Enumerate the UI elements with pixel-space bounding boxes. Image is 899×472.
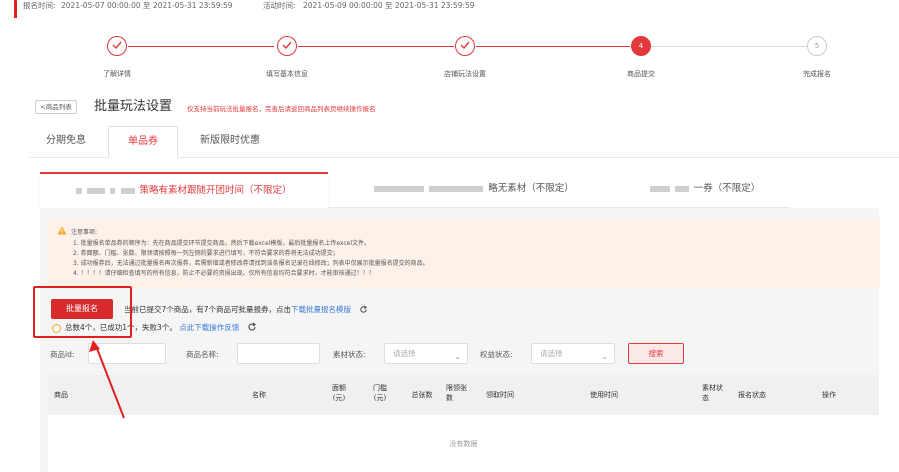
empty-state-text: 没有数据 (449, 440, 478, 448)
subtab-label: 略无素材（不限定） (488, 183, 574, 194)
redacted-text (120, 187, 135, 194)
download-feedback-link[interactable]: 点此下载操作反馈 (179, 323, 239, 332)
refresh-icon[interactable] (359, 304, 368, 316)
material-status-label: 素材状态: (333, 350, 366, 359)
notice-line: 2. 券面额、门槛、张数、限领请按照每一列左侧的要求进行填写，不符合要求的券将无… (73, 250, 339, 257)
table-body: 没有数据 (48, 415, 879, 472)
filter-bar: 商品id: 商品名称: 素材状态: 请选择 ⌄ 权益状态: 请选择 ⌄ (0, 340, 899, 366)
column-header: 使用时间 (590, 391, 618, 399)
chevron-down-icon: ⌄ (601, 352, 608, 361)
subtab-single-coupon[interactable]: 一券（不限定） (620, 172, 790, 208)
highlight-annotation-box (33, 286, 132, 338)
column-header: 门槛 (元) (373, 384, 387, 402)
step-connector (298, 46, 454, 47)
product-id-label: 商品id: (50, 350, 75, 359)
notice-line: 4. ！！！！请仔细检查填写的所有信息，防止不必要的资损出现。仅所有信息均符合要… (73, 270, 375, 277)
step-label: 完成报名 (803, 70, 831, 78)
activity-time-bar: 报名时间: 2021-05-07 00:00:00 至 2021-05-31 2… (14, 0, 899, 18)
step-2-check-icon (277, 36, 297, 56)
redacted-text (649, 185, 670, 192)
tab-new-limited-offer[interactable]: 新版限时优惠 (180, 126, 280, 158)
step-connector (476, 46, 630, 47)
rights-status-select[interactable]: 请选择 ⌄ (531, 343, 615, 364)
submit-status-prefix: 当前已提交7个商品，有7个商品可批量报券，点击 (124, 305, 292, 314)
redacted-text (429, 185, 484, 192)
step-3-check-icon (455, 36, 475, 56)
subtab-strategy-with-material[interactable]: 策略有素材跟随开团时间（不限定） (40, 172, 328, 208)
step-5-number: 5 (807, 36, 827, 56)
material-status-placeholder: 请选择 (393, 349, 416, 358)
signup-time-value: 2021-05-07 00:00:00 至 2021-05-31 23:59:5… (61, 1, 233, 10)
tab-single-coupon[interactable]: 单品券 (108, 126, 178, 158)
page-title: 批量玩法设置 (94, 99, 173, 114)
column-header: 素材状 态 (702, 384, 723, 402)
subtab-label: 一券（不限定） (693, 183, 761, 194)
notice-box: 注意事项: 1. 批量报名单品券的顺序为：先在商品提交环节提交商品，然后下载ex… (47, 218, 880, 288)
page-title-note: 仅支持当前玩法批量报名，完善后请返回商品列表页继续操作报名 (187, 105, 376, 113)
redacted-text (76, 187, 83, 194)
column-header: 领取时间 (486, 391, 514, 399)
signup-time-label: 报名时间: (23, 1, 56, 10)
refresh-icon[interactable] (247, 322, 257, 334)
tab-installment-free[interactable]: 分期免息 (30, 126, 102, 158)
product-id-input[interactable] (88, 343, 166, 364)
column-header: 操作 (822, 391, 836, 399)
redacted-text (674, 185, 689, 192)
play-type-tabs: 分期免息 单品券 新版限时优惠 (30, 126, 899, 158)
notice-line: 1. 批量报名单品券的顺序为：先在商品提交环节提交商品，然后下载excel模版，… (73, 240, 371, 247)
notice-line: 3. 成功报券后，无法通过批量报名再次报券，若需新增或者修改券请找到该条报名记录… (73, 260, 429, 267)
redacted-text (374, 185, 425, 192)
step-4-number: 4 (631, 36, 651, 56)
subtab-strategy-no-material[interactable]: 略无素材（不限定） (328, 172, 620, 208)
activity-time-value: 2021-05-09 00:00:00 至 2021-05-31 23:59:5… (303, 1, 475, 10)
subtab-label: 策略有素材跟随开团时间（不限定） (139, 185, 292, 196)
redacted-text (110, 187, 116, 194)
column-header: 名称 (252, 391, 266, 399)
activity-time-label: 活动时间: (263, 1, 296, 10)
submit-status-text: 当前已提交7个商品，有7个商品可批量报券，点击下载批量报名模版 (124, 304, 368, 316)
strategy-subtabs: 策略有素材跟随开团时间（不限定） 略无素材（不限定） 一券（不限定） (40, 172, 879, 208)
column-header: 总张数 (411, 391, 433, 399)
step-1-check-icon (107, 36, 127, 56)
warning-icon (57, 226, 67, 237)
back-to-product-list-button[interactable]: <商品列表 (35, 100, 77, 114)
table-header: 商品 名称 面额 (元) 门槛 (元) 总张数 限领张 数 领取时间 使用时间 … (48, 375, 879, 415)
download-template-link[interactable]: 下载批量报名模版 (291, 305, 351, 314)
step-label: 填写基本信息 (266, 70, 308, 78)
step-connector (651, 46, 807, 47)
column-header: 限领张 数 (446, 384, 467, 402)
redacted-text (87, 187, 106, 194)
product-name-input[interactable] (237, 343, 320, 364)
rights-status-placeholder: 请选择 (540, 349, 563, 358)
rights-status-label: 权益状态: (480, 350, 513, 359)
notice-title: 注意事项: (71, 229, 98, 236)
step-label: 了解详情 (103, 70, 131, 78)
step-connector (128, 46, 274, 47)
step-label: 商品提交 (627, 70, 655, 78)
column-header: 面额 (元) (332, 384, 346, 402)
column-header: 商品 (54, 391, 68, 399)
search-button[interactable]: 搜索 (628, 343, 684, 364)
material-status-select[interactable]: 请选择 ⌄ (384, 343, 468, 364)
product-name-label: 商品名称: (186, 350, 219, 359)
step-label: 店铺玩法设置 (444, 70, 486, 78)
column-header: 报名状态 (738, 391, 766, 399)
progress-steps: 4 5 了解详情 填写基本信息 店铺玩法设置 商品提交 完成报名 (0, 36, 899, 86)
chevron-down-icon: ⌄ (454, 352, 461, 361)
